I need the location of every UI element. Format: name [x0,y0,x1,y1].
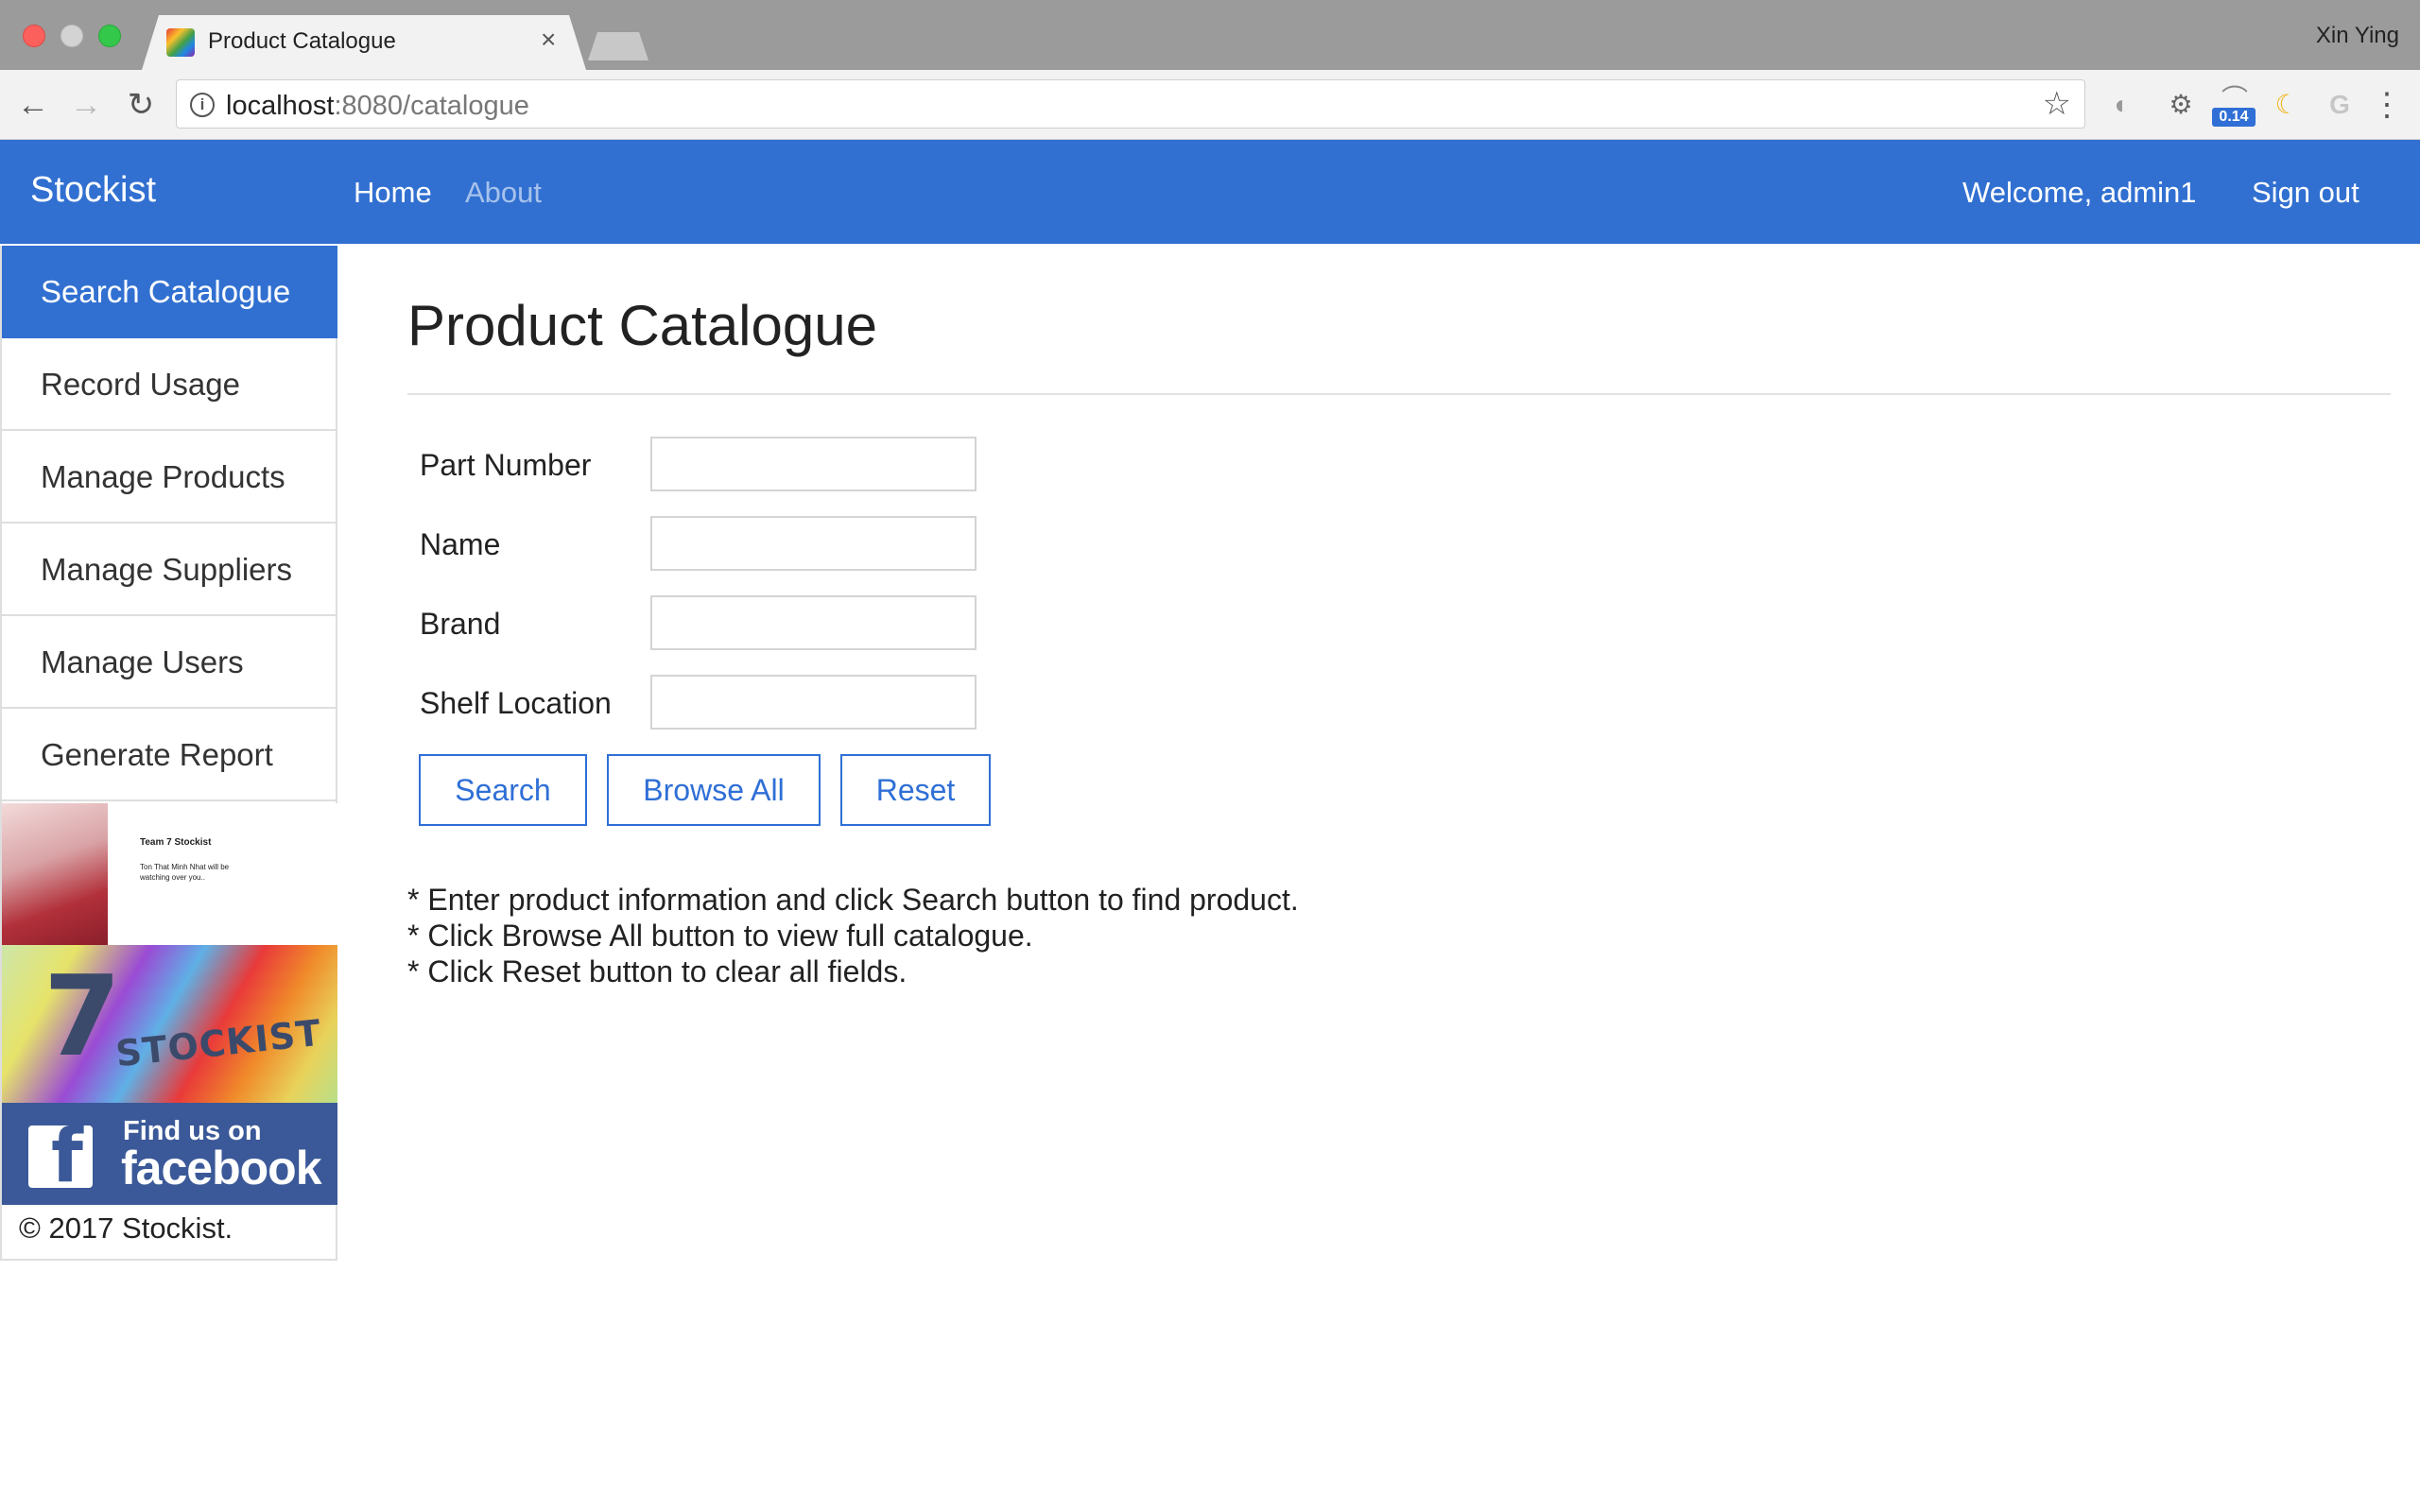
tab-title[interactable]: Product Catalogue [208,28,396,55]
sidebar-item-manage-products[interactable]: Manage Products [2,431,337,524]
team-promo-image: Team 7 Stockist Ton That Minh Nhat will … [2,803,337,945]
window-close-icon[interactable] [23,25,45,47]
window-minimize-icon[interactable] [60,25,83,47]
nav-home-link[interactable]: Home [354,176,432,210]
browser-toolbar: ← → ↻ i localhost:8080/catalogue ☆ ◐ ⚙ ⌒… [0,70,2420,140]
page-title: Product Catalogue [407,294,877,357]
facebook-icon: f [28,1120,93,1194]
help-text-search: * Enter product information and click Se… [407,883,1299,917]
facebook-line2: facebook [121,1142,322,1194]
brand-label: Brand [420,607,501,641]
extension-meter-icon[interactable]: ⌒ 0.14 [2212,84,2256,127]
browse-all-button[interactable]: Browse All [607,754,821,826]
title-divider [407,393,2391,395]
brand-input[interactable] [650,595,977,650]
logo-word: STOCKIST [113,1011,324,1075]
sidebar-item-record-usage[interactable]: Record Usage [2,338,337,431]
nav-about-link[interactable]: About [465,176,542,210]
sidebar: Search Catalogue Record Usage Manage Pro… [0,246,337,1261]
promo-caption: Ton That Minh Nhat will be watching over… [140,863,230,882]
facebook-banner[interactable]: f Find us on facebook [2,1103,337,1205]
tab-close-icon[interactable]: × [541,26,556,53]
promo-title: Team 7 Stockist [140,837,212,848]
reload-icon[interactable]: ↻ [123,87,159,123]
shelf-location-label: Shelf Location [420,686,612,720]
back-arrow-icon[interactable]: ← [15,87,51,123]
stockist-logo-image: 7 STOCKIST [2,945,337,1103]
help-text-reset: * Click Reset button to clear all fields… [407,954,908,988]
help-text-browse: * Click Browse All button to view full c… [407,919,1033,953]
extension-swirl-icon[interactable]: ◐ [2106,89,2138,121]
star-icon[interactable]: ☆ [2043,86,2071,122]
forward-arrow-icon[interactable]: → [68,87,104,123]
brand-link[interactable]: Stockist [30,170,156,211]
search-button[interactable]: Search [419,754,587,826]
name-label: Name [420,527,501,561]
logo-number: 7 [43,951,122,1081]
reset-button[interactable]: Reset [840,754,991,826]
extension-google-icon[interactable]: G [2324,89,2356,121]
profile-name[interactable]: Xin Ying [2316,23,2399,49]
sign-out-link[interactable]: Sign out [2252,176,2360,210]
part-number-input[interactable] [650,437,977,491]
extension-moon-icon[interactable]: ☾ [2271,89,2303,121]
sidebar-item-manage-users[interactable]: Manage Users [2,616,337,709]
extension-badge: 0.14 [2212,108,2256,127]
new-tab-button[interactable] [588,32,648,60]
sidebar-item-manage-suppliers[interactable]: Manage Suppliers [2,524,337,616]
menu-kebab-icon[interactable]: ⋮ [2371,89,2403,121]
window-maximize-icon[interactable] [98,25,121,47]
extension-gear-icon[interactable]: ⚙ [2165,89,2197,121]
address-bar[interactable]: i localhost:8080/catalogue ☆ [176,79,2085,129]
info-icon[interactable]: i [190,93,215,117]
url-text[interactable]: localhost:8080/catalogue [226,91,529,122]
app-navbar: Stockist Home About Welcome, admin1 Sign… [0,140,2420,244]
browser-tab-strip: Product Catalogue × Xin Ying [0,0,2420,70]
part-number-label: Part Number [420,448,592,482]
tab-favicon-icon [166,28,195,57]
sidebar-item-generate-report[interactable]: Generate Report [2,709,337,801]
shelf-location-input[interactable] [650,675,977,730]
copyright-text: © 2017 Stockist. [19,1211,233,1245]
welcome-user[interactable]: Welcome, admin1 [1962,176,2197,210]
team-photo [2,803,108,945]
sidebar-item-search-catalogue[interactable]: Search Catalogue [2,246,337,338]
name-input[interactable] [650,516,977,571]
